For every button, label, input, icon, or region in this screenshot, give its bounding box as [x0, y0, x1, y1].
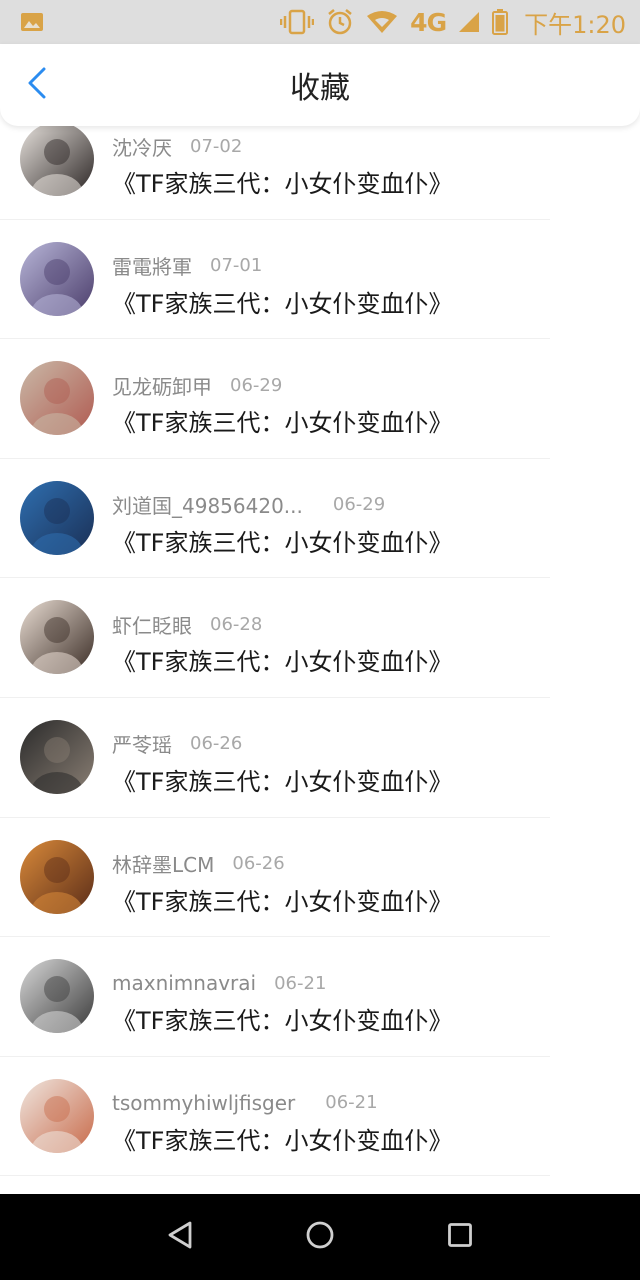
post-title[interactable]: 《TF家族三代：小女仆变血仆》 — [112, 1121, 452, 1156]
recents-square-icon — [447, 1222, 473, 1252]
list-item[interactable]: tsommyhiwljfisger 06-21 《TF家族三代：小女仆变血仆》 — [0, 1057, 640, 1177]
author-name[interactable]: 见龙砺卸甲 — [112, 371, 212, 400]
post-date: 06-28 — [210, 613, 263, 635]
item-meta: 虾仁眨眼 06-28 — [112, 610, 262, 638]
wifi-icon — [366, 10, 398, 34]
avatar[interactable] — [20, 361, 94, 436]
post-title[interactable]: 《TF家族三代：小女仆变血仆》 — [112, 164, 452, 199]
post-title[interactable]: 《TF家族三代：小女仆变血仆》 — [112, 762, 452, 797]
list-item[interactable]: 虾仁眨眼 06-28 《TF家族三代：小女仆变血仆》 — [0, 578, 640, 698]
item-meta: tsommyhiwljfisger 06-21 — [112, 1089, 378, 1117]
post-title[interactable]: 《TF家族三代：小女仆变血仆》 — [112, 642, 452, 677]
network-type-label: 4G — [410, 7, 447, 37]
nav-back-button[interactable] — [156, 1213, 204, 1261]
post-date: 06-26 — [232, 853, 285, 875]
page-title: 收藏 — [290, 71, 350, 106]
back-triangle-icon — [166, 1220, 194, 1254]
clock-time: 下午1:20 — [524, 10, 626, 39]
home-circle-icon — [305, 1220, 335, 1254]
avatar[interactable] — [20, 600, 94, 675]
nav-home-button[interactable] — [296, 1213, 344, 1261]
avatar[interactable] — [20, 241, 94, 316]
item-meta: 雷電將軍 07-01 — [112, 252, 262, 280]
post-date: 07-02 — [190, 135, 243, 157]
post-title[interactable]: 《TF家族三代：小女仆变血仆》 — [112, 1001, 452, 1036]
list-item[interactable]: 林辞墨LCM 06-26 《TF家族三代：小女仆变血仆》 — [0, 818, 640, 938]
alarm-icon — [326, 8, 354, 36]
battery-icon — [492, 9, 509, 35]
avatar[interactable] — [20, 126, 94, 196]
avatar[interactable] — [20, 1078, 94, 1153]
nav-recents-button[interactable] — [436, 1213, 484, 1261]
author-name[interactable]: 虾仁眨眼 — [112, 610, 192, 639]
system-nav-bar — [0, 1194, 640, 1280]
item-meta: 沈冷厌 07-02 — [112, 132, 242, 160]
avatar[interactable] — [20, 959, 94, 1034]
avatar[interactable] — [20, 839, 94, 914]
post-title[interactable]: 《TF家族三代：小女仆变血仆》 — [112, 882, 452, 917]
post-title[interactable]: 《TF家族三代：小女仆变血仆》 — [112, 403, 452, 438]
list-item[interactable]: 严苓瑶 06-26 《TF家族三代：小女仆变血仆》 — [0, 698, 640, 818]
list-item[interactable]: 见龙砺卸甲 06-29 《TF家族三代：小女仆变血仆》 — [0, 339, 640, 459]
app-header: 收藏 — [0, 44, 640, 126]
post-date: 06-29 — [230, 374, 283, 396]
avatar[interactable] — [20, 480, 94, 555]
author-name[interactable]: tsommyhiwljfisger — [112, 1091, 295, 1115]
list-item[interactable]: 雷電將軍 07-01 《TF家族三代：小女仆变血仆》 — [0, 220, 640, 340]
author-name[interactable]: 雷電將軍 — [112, 251, 192, 280]
author-name[interactable]: 沈冷厌 — [112, 132, 172, 161]
post-date: 06-21 — [325, 1092, 378, 1114]
avatar[interactable] — [20, 719, 94, 794]
list-item[interactable]: 沈冷厌 07-02 《TF家族三代：小女仆变血仆》 — [0, 126, 640, 220]
vibrate-icon — [280, 9, 315, 35]
item-meta: 刘道国_49856420... 06-29 — [112, 491, 385, 519]
signal-icon — [458, 11, 480, 33]
list-item[interactable]: maxnimnavrai 06-21 《TF家族三代：小女仆变血仆》 — [0, 937, 640, 1057]
post-title[interactable]: 《TF家族三代：小女仆变血仆》 — [112, 284, 452, 319]
post-date: 06-21 — [274, 972, 327, 994]
post-date: 07-01 — [210, 255, 263, 277]
post-date: 06-29 — [332, 494, 386, 516]
author-name[interactable]: 林辞墨LCM — [112, 849, 214, 878]
item-meta: 见龙砺卸甲 06-29 — [112, 371, 282, 399]
post-date: 06-26 — [190, 733, 243, 755]
image-icon — [20, 12, 44, 32]
item-meta: maxnimnavrai 06-21 — [112, 969, 326, 997]
list-item[interactable]: 刘道国_49856420... 06-29 《TF家族三代：小女仆变血仆》 — [0, 459, 640, 579]
author-name[interactable]: 严苓瑶 — [112, 729, 172, 758]
favorites-list[interactable]: 沈冷厌 07-02 《TF家族三代：小女仆变血仆》 雷電將軍 07-01 《TF家族三代：… — [0, 126, 640, 1194]
status-bar: 4G 下午1:20 — [0, 0, 640, 44]
author-name[interactable]: 刘道国_49856420... — [112, 490, 303, 519]
post-title[interactable]: 《TF家族三代：小女仆变血仆》 — [112, 523, 452, 558]
item-meta: 林辞墨LCM 06-26 — [112, 850, 285, 878]
item-meta: 严苓瑶 06-26 — [112, 730, 242, 758]
author-name[interactable]: maxnimnavrai — [112, 971, 256, 995]
